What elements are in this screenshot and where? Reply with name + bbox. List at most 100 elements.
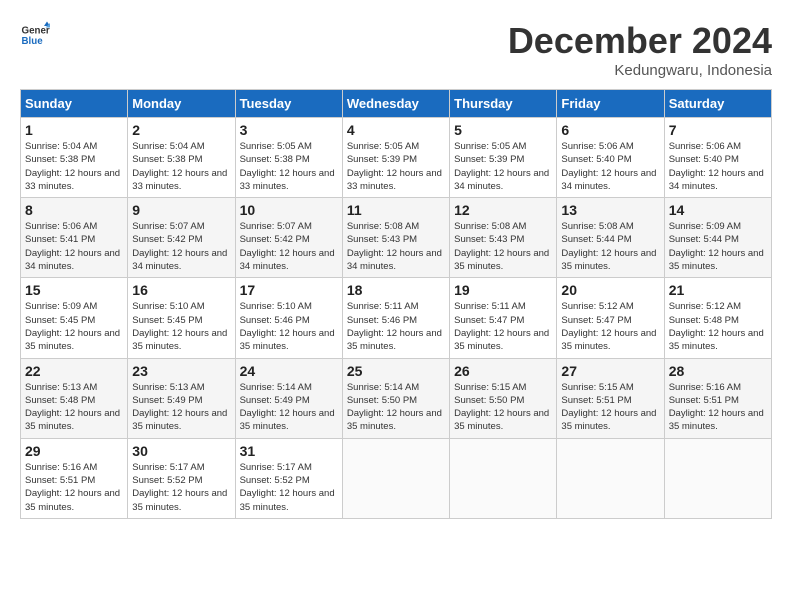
calendar-cell: 20 Sunrise: 5:12 AMSunset: 5:47 PMDaylig… <box>557 278 664 358</box>
calendar-cell: 29 Sunrise: 5:16 AMSunset: 5:51 PMDaylig… <box>21 438 128 518</box>
day-number: 10 <box>240 202 338 218</box>
calendar-cell: 19 Sunrise: 5:11 AMSunset: 5:47 PMDaylig… <box>450 278 557 358</box>
day-detail: Sunrise: 5:08 AMSunset: 5:44 PMDaylight:… <box>561 221 656 272</box>
calendar-cell <box>342 438 449 518</box>
svg-text:General: General <box>22 26 51 37</box>
title-block: December 2024 Kedungwaru, Indonesia <box>508 20 772 79</box>
day-number: 19 <box>454 282 552 298</box>
logo-icon: General Blue <box>20 20 50 50</box>
page-header: General Blue December 2024 Kedungwaru, I… <box>20 20 772 79</box>
day-detail: Sunrise: 5:05 AMSunset: 5:39 PMDaylight:… <box>347 141 442 192</box>
day-detail: Sunrise: 5:10 AMSunset: 5:46 PMDaylight:… <box>240 301 335 352</box>
logo: General Blue <box>20 20 50 50</box>
day-number: 26 <box>454 363 552 379</box>
calendar-cell: 13 Sunrise: 5:08 AMSunset: 5:44 PMDaylig… <box>557 198 664 278</box>
day-number: 2 <box>132 122 230 138</box>
calendar-cell: 15 Sunrise: 5:09 AMSunset: 5:45 PMDaylig… <box>21 278 128 358</box>
day-number: 29 <box>25 443 123 459</box>
day-detail: Sunrise: 5:07 AMSunset: 5:42 PMDaylight:… <box>240 221 335 272</box>
day-number: 18 <box>347 282 445 298</box>
calendar-cell: 22 Sunrise: 5:13 AMSunset: 5:48 PMDaylig… <box>21 358 128 438</box>
calendar-cell: 12 Sunrise: 5:08 AMSunset: 5:43 PMDaylig… <box>450 198 557 278</box>
weekday-header-tuesday: Tuesday <box>235 90 342 118</box>
day-number: 11 <box>347 202 445 218</box>
day-detail: Sunrise: 5:15 AMSunset: 5:51 PMDaylight:… <box>561 382 656 433</box>
day-number: 4 <box>347 122 445 138</box>
day-detail: Sunrise: 5:17 AMSunset: 5:52 PMDaylight:… <box>132 462 227 513</box>
calendar-cell: 5 Sunrise: 5:05 AMSunset: 5:39 PMDayligh… <box>450 118 557 198</box>
day-detail: Sunrise: 5:16 AMSunset: 5:51 PMDaylight:… <box>25 462 120 513</box>
weekday-header-monday: Monday <box>128 90 235 118</box>
day-detail: Sunrise: 5:04 AMSunset: 5:38 PMDaylight:… <box>25 141 120 192</box>
day-number: 8 <box>25 202 123 218</box>
day-detail: Sunrise: 5:05 AMSunset: 5:38 PMDaylight:… <box>240 141 335 192</box>
day-detail: Sunrise: 5:12 AMSunset: 5:48 PMDaylight:… <box>669 301 764 352</box>
calendar-cell: 14 Sunrise: 5:09 AMSunset: 5:44 PMDaylig… <box>664 198 771 278</box>
day-number: 27 <box>561 363 659 379</box>
calendar-cell: 2 Sunrise: 5:04 AMSunset: 5:38 PMDayligh… <box>128 118 235 198</box>
calendar-cell: 21 Sunrise: 5:12 AMSunset: 5:48 PMDaylig… <box>664 278 771 358</box>
day-number: 1 <box>25 122 123 138</box>
day-detail: Sunrise: 5:13 AMSunset: 5:48 PMDaylight:… <box>25 382 120 433</box>
calendar-cell: 24 Sunrise: 5:14 AMSunset: 5:49 PMDaylig… <box>235 358 342 438</box>
calendar-cell: 3 Sunrise: 5:05 AMSunset: 5:38 PMDayligh… <box>235 118 342 198</box>
day-number: 9 <box>132 202 230 218</box>
calendar-cell: 23 Sunrise: 5:13 AMSunset: 5:49 PMDaylig… <box>128 358 235 438</box>
day-number: 30 <box>132 443 230 459</box>
calendar-week-3: 15 Sunrise: 5:09 AMSunset: 5:45 PMDaylig… <box>21 278 772 358</box>
calendar-cell <box>557 438 664 518</box>
calendar-cell: 7 Sunrise: 5:06 AMSunset: 5:40 PMDayligh… <box>664 118 771 198</box>
weekday-header-friday: Friday <box>557 90 664 118</box>
calendar-cell: 8 Sunrise: 5:06 AMSunset: 5:41 PMDayligh… <box>21 198 128 278</box>
calendar-week-1: 1 Sunrise: 5:04 AMSunset: 5:38 PMDayligh… <box>21 118 772 198</box>
calendar-week-4: 22 Sunrise: 5:13 AMSunset: 5:48 PMDaylig… <box>21 358 772 438</box>
calendar-table: SundayMondayTuesdayWednesdayThursdayFrid… <box>20 89 772 519</box>
day-number: 23 <box>132 363 230 379</box>
location-subtitle: Kedungwaru, Indonesia <box>508 62 772 79</box>
calendar-cell: 26 Sunrise: 5:15 AMSunset: 5:50 PMDaylig… <box>450 358 557 438</box>
day-detail: Sunrise: 5:09 AMSunset: 5:45 PMDaylight:… <box>25 301 120 352</box>
calendar-cell: 28 Sunrise: 5:16 AMSunset: 5:51 PMDaylig… <box>664 358 771 438</box>
day-number: 24 <box>240 363 338 379</box>
calendar-cell: 16 Sunrise: 5:10 AMSunset: 5:45 PMDaylig… <box>128 278 235 358</box>
calendar-cell: 9 Sunrise: 5:07 AMSunset: 5:42 PMDayligh… <box>128 198 235 278</box>
day-detail: Sunrise: 5:08 AMSunset: 5:43 PMDaylight:… <box>454 221 549 272</box>
calendar-cell: 10 Sunrise: 5:07 AMSunset: 5:42 PMDaylig… <box>235 198 342 278</box>
day-detail: Sunrise: 5:16 AMSunset: 5:51 PMDaylight:… <box>669 382 764 433</box>
day-detail: Sunrise: 5:15 AMSunset: 5:50 PMDaylight:… <box>454 382 549 433</box>
day-number: 17 <box>240 282 338 298</box>
calendar-cell: 18 Sunrise: 5:11 AMSunset: 5:46 PMDaylig… <box>342 278 449 358</box>
day-number: 3 <box>240 122 338 138</box>
day-number: 31 <box>240 443 338 459</box>
day-number: 13 <box>561 202 659 218</box>
day-number: 14 <box>669 202 767 218</box>
month-title: December 2024 <box>508 20 772 62</box>
calendar-cell: 31 Sunrise: 5:17 AMSunset: 5:52 PMDaylig… <box>235 438 342 518</box>
day-number: 21 <box>669 282 767 298</box>
weekday-header-saturday: Saturday <box>664 90 771 118</box>
calendar-cell: 27 Sunrise: 5:15 AMSunset: 5:51 PMDaylig… <box>557 358 664 438</box>
day-number: 6 <box>561 122 659 138</box>
calendar-week-5: 29 Sunrise: 5:16 AMSunset: 5:51 PMDaylig… <box>21 438 772 518</box>
day-detail: Sunrise: 5:12 AMSunset: 5:47 PMDaylight:… <box>561 301 656 352</box>
day-detail: Sunrise: 5:13 AMSunset: 5:49 PMDaylight:… <box>132 382 227 433</box>
calendar-cell: 17 Sunrise: 5:10 AMSunset: 5:46 PMDaylig… <box>235 278 342 358</box>
day-detail: Sunrise: 5:05 AMSunset: 5:39 PMDaylight:… <box>454 141 549 192</box>
calendar-cell: 30 Sunrise: 5:17 AMSunset: 5:52 PMDaylig… <box>128 438 235 518</box>
day-detail: Sunrise: 5:17 AMSunset: 5:52 PMDaylight:… <box>240 462 335 513</box>
day-number: 7 <box>669 122 767 138</box>
weekday-header-sunday: Sunday <box>21 90 128 118</box>
day-number: 15 <box>25 282 123 298</box>
day-number: 16 <box>132 282 230 298</box>
day-detail: Sunrise: 5:14 AMSunset: 5:49 PMDaylight:… <box>240 382 335 433</box>
day-detail: Sunrise: 5:07 AMSunset: 5:42 PMDaylight:… <box>132 221 227 272</box>
day-number: 22 <box>25 363 123 379</box>
calendar-cell: 25 Sunrise: 5:14 AMSunset: 5:50 PMDaylig… <box>342 358 449 438</box>
day-detail: Sunrise: 5:06 AMSunset: 5:40 PMDaylight:… <box>669 141 764 192</box>
calendar-cell: 11 Sunrise: 5:08 AMSunset: 5:43 PMDaylig… <box>342 198 449 278</box>
calendar-cell <box>664 438 771 518</box>
day-number: 5 <box>454 122 552 138</box>
calendar-cell: 4 Sunrise: 5:05 AMSunset: 5:39 PMDayligh… <box>342 118 449 198</box>
day-detail: Sunrise: 5:06 AMSunset: 5:41 PMDaylight:… <box>25 221 120 272</box>
day-number: 28 <box>669 363 767 379</box>
